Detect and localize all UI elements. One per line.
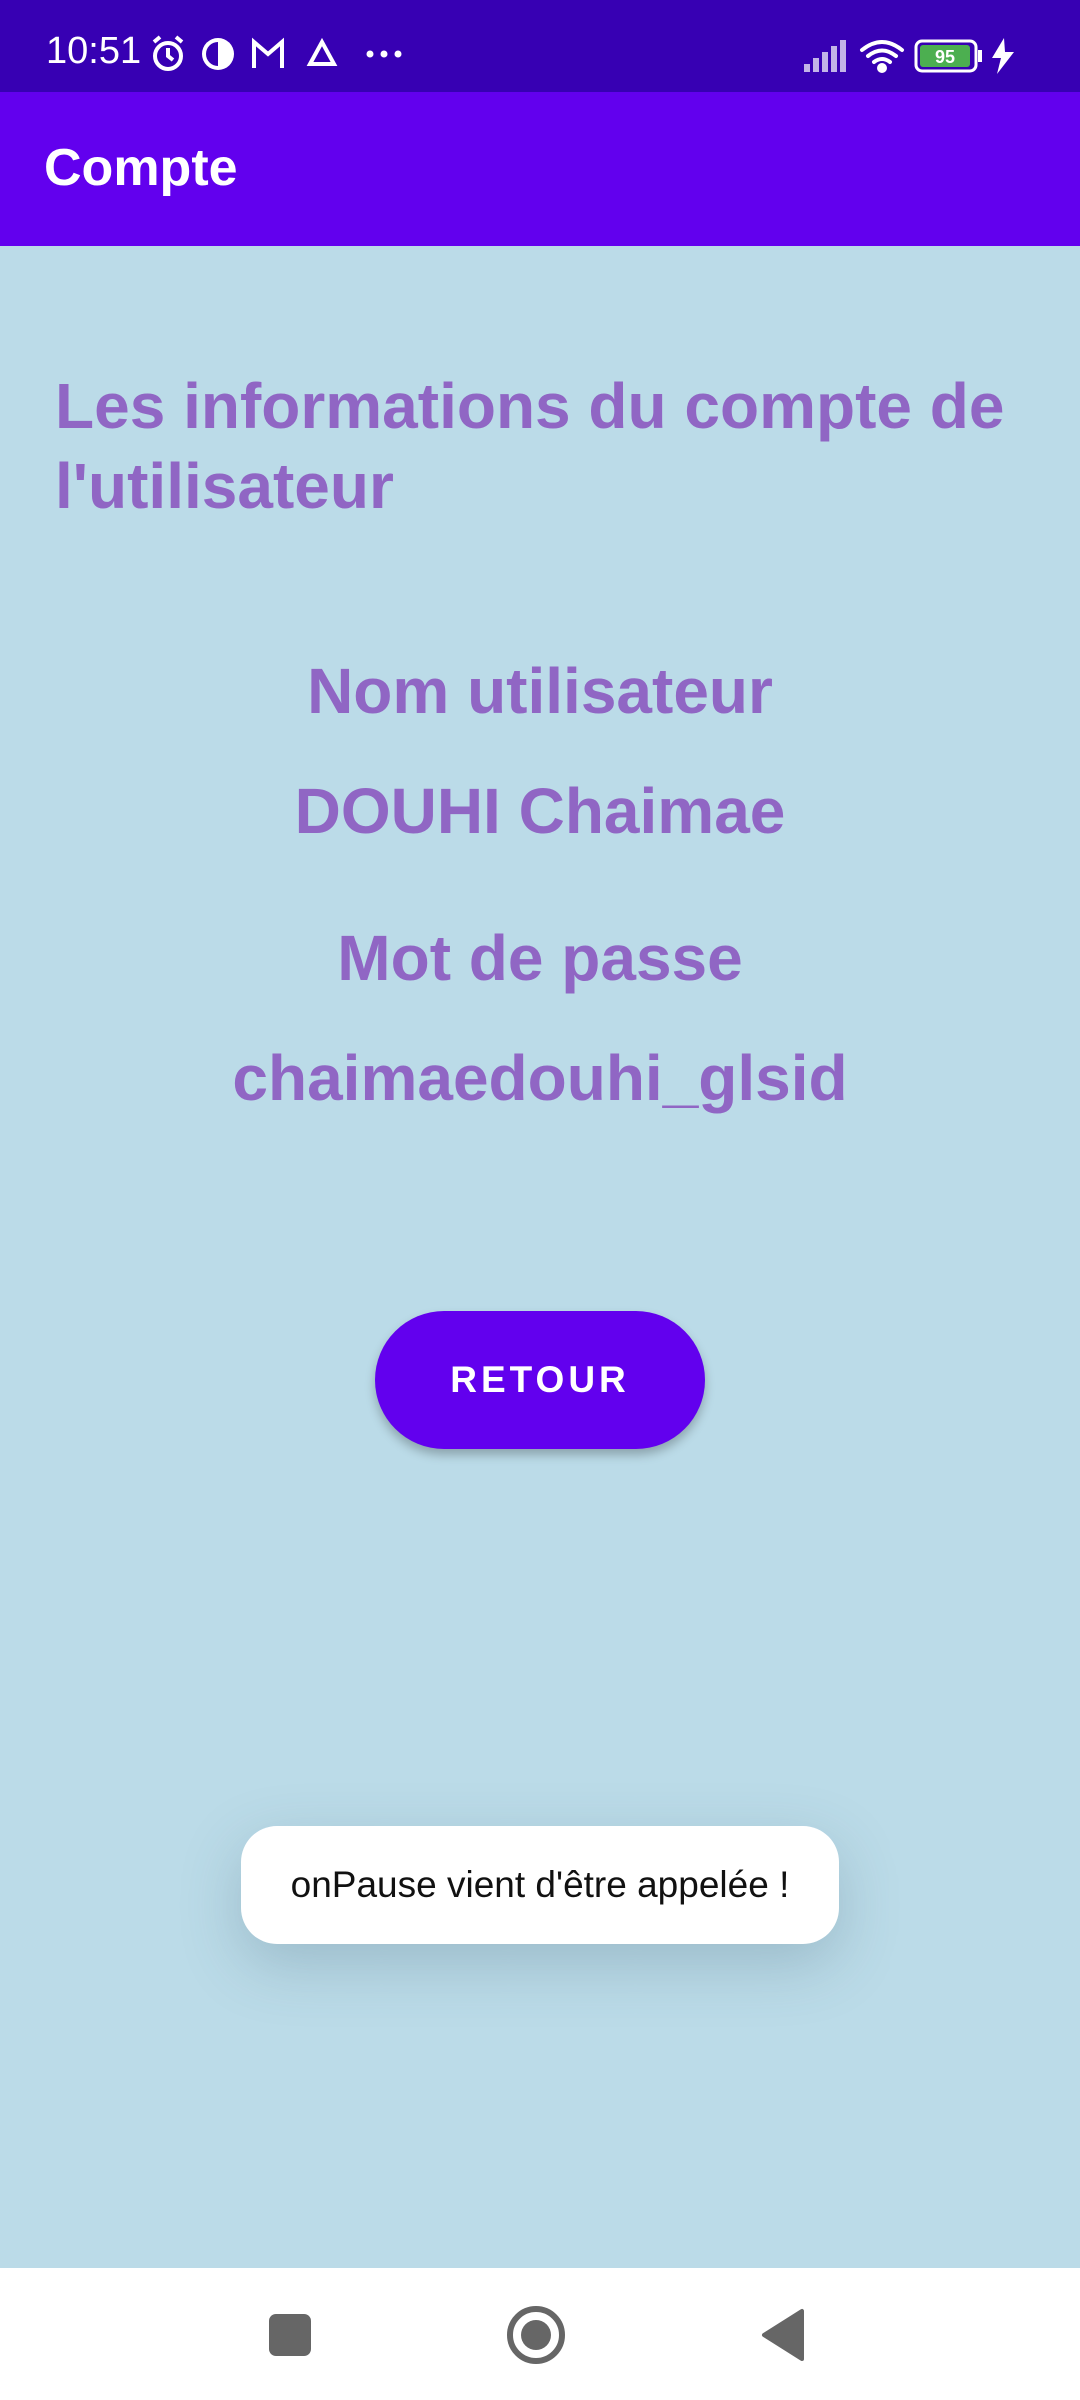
drive-icon <box>306 37 338 66</box>
account-info-content: Les informations du compte de l'utilisat… <box>0 246 1080 2268</box>
charging-icon <box>992 38 1014 74</box>
toast-message: onPause vient d'être appelée ! <box>241 1826 839 1944</box>
notification-icons <box>152 35 402 71</box>
toast-text: onPause vient d'être appelée ! <box>290 1864 790 1905</box>
status-time: 10:51 <box>46 30 142 72</box>
contrast-icon <box>202 38 234 70</box>
password-value: chaimaedouhi_glsid <box>232 1042 848 1114</box>
square-icon <box>269 2314 311 2356</box>
more-icon <box>366 50 402 58</box>
nav-back-button[interactable] <box>748 2300 818 2370</box>
wifi-icon <box>860 40 904 73</box>
home-button[interactable] <box>501 2300 571 2370</box>
signal-icon <box>804 40 846 72</box>
page-title: Compte <box>44 139 238 197</box>
status-bar: 10:51 95 <box>0 0 1080 92</box>
gmail-icon <box>252 37 284 68</box>
battery-icon: 95 <box>914 39 982 73</box>
password-label: Mot de passe <box>337 922 743 994</box>
recents-button[interactable] <box>255 2300 325 2370</box>
svg-text:95: 95 <box>935 47 955 67</box>
navigation-bar <box>0 2268 1080 2400</box>
system-icons: 95 <box>804 38 1014 74</box>
back-triangle-icon <box>762 2309 804 2361</box>
back-button[interactable]: RETOUR <box>375 1311 705 1449</box>
alarm-icon <box>152 35 184 71</box>
app-bar: Compte <box>0 92 1080 246</box>
username-label: Nom utilisateur <box>307 655 773 727</box>
username-value: DOUHI Chaimae <box>294 775 786 847</box>
account-info-heading: Les informations du compte de l'utilisat… <box>55 370 1005 522</box>
circle-icon <box>507 2306 565 2364</box>
